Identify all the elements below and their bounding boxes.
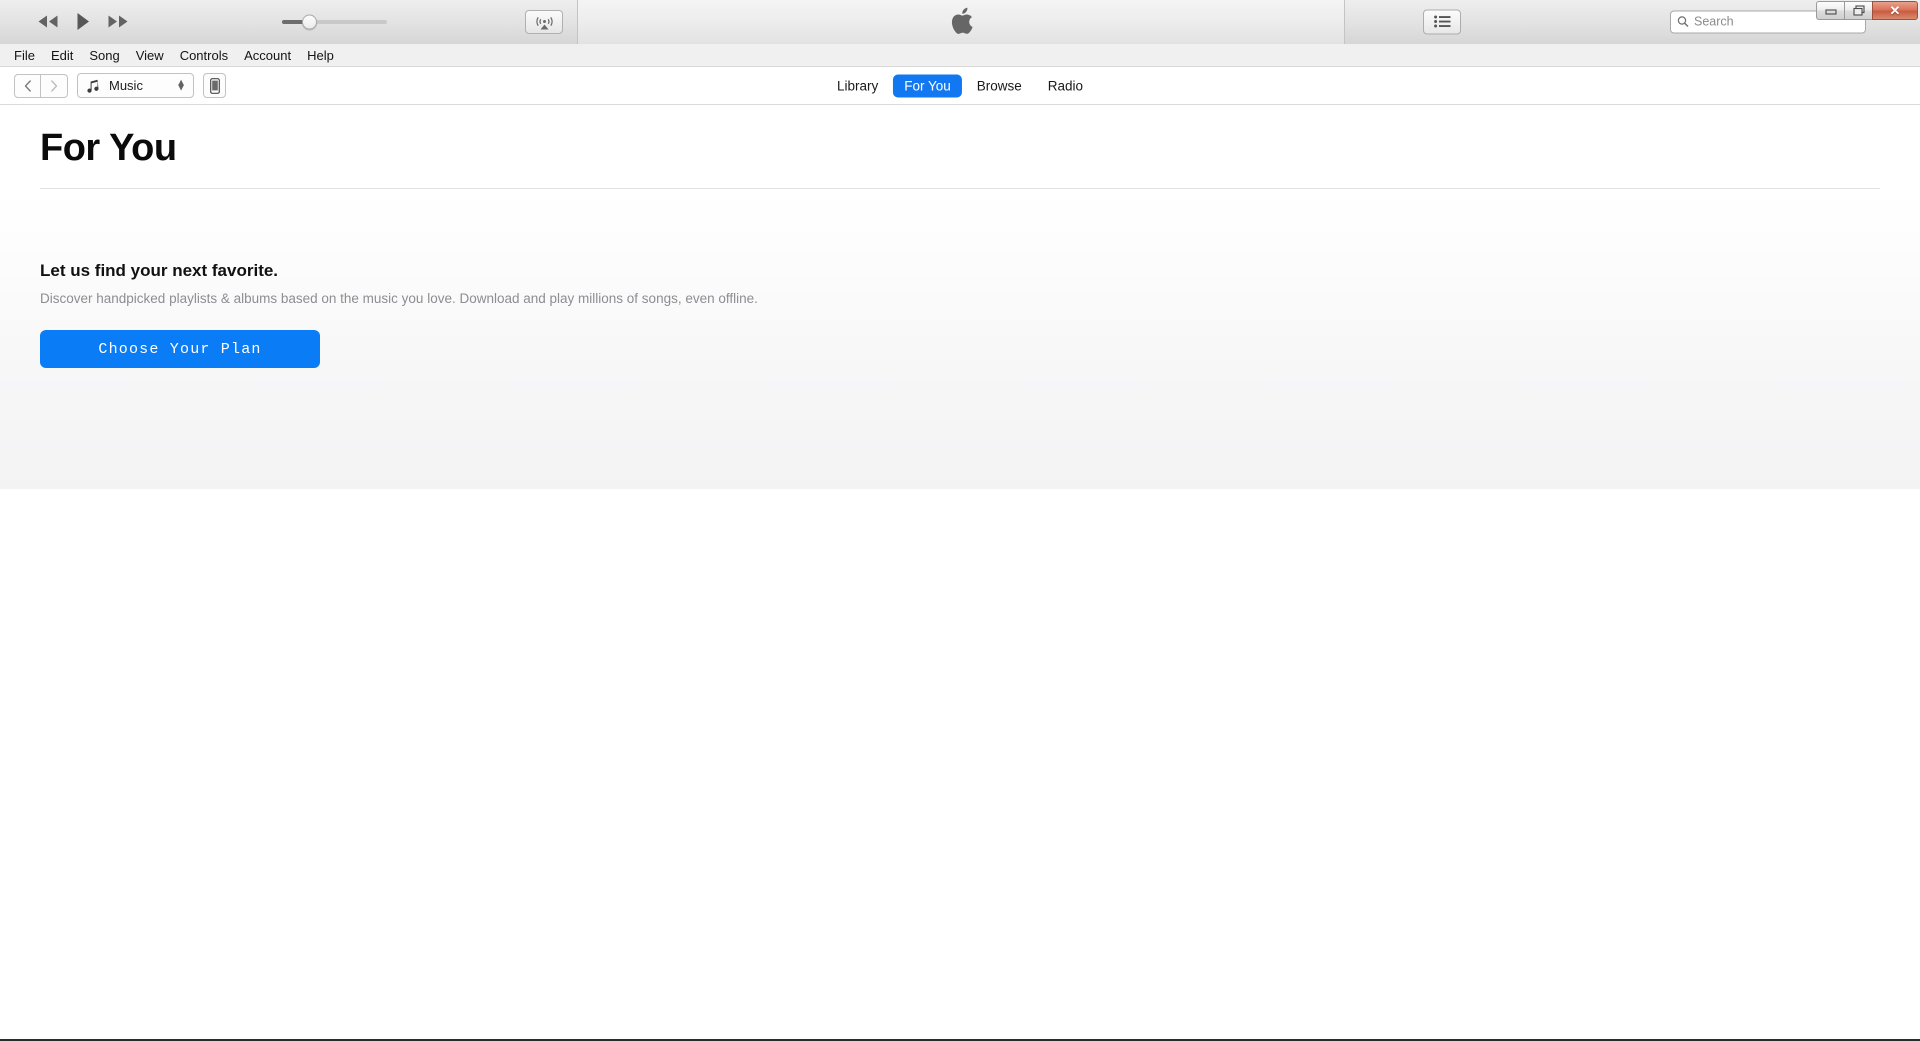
menu-item-help[interactable]: Help [299, 46, 342, 65]
chevron-right-icon [51, 79, 58, 92]
play-button[interactable] [76, 12, 90, 31]
tab-library[interactable]: Library [826, 74, 889, 97]
promo-description: Discover handpicked playlists & albums b… [40, 291, 758, 306]
airplay-button[interactable] [525, 9, 563, 34]
stepper-icon: ▲ ▼ [176, 77, 186, 94]
list-icon [1433, 15, 1450, 28]
search-icon [1677, 16, 1689, 27]
toolbar-left-section [0, 0, 578, 44]
iphone-icon [209, 77, 220, 94]
music-note-icon [87, 79, 99, 93]
toolbar-center-section [578, 0, 1345, 44]
transport-controls [37, 12, 129, 31]
menu-item-controls[interactable]: Controls [172, 46, 236, 65]
menu-item-file[interactable]: File [6, 46, 43, 65]
volume-knob[interactable] [302, 14, 317, 29]
tab-radio[interactable]: Radio [1037, 74, 1094, 97]
menu-item-account[interactable]: Account [236, 46, 299, 65]
close-button[interactable]: ✕ [1872, 0, 1918, 20]
chevron-left-icon [24, 79, 31, 92]
player-toolbar: Search ✕ [0, 0, 1920, 44]
restore-icon [1852, 4, 1865, 16]
nav-left-controls: Music ▲ ▼ [14, 73, 226, 98]
page-title: For You [40, 127, 177, 169]
menu-bar: File Edit Song View Controls Account Hel… [0, 44, 1920, 67]
rewind-button[interactable] [37, 14, 59, 29]
minimize-icon [1824, 8, 1837, 15]
search-placeholder-text: Search [1694, 14, 1734, 29]
device-button[interactable] [203, 73, 226, 98]
navigation-bar: Music ▲ ▼ Library For You Browse Radio [0, 67, 1920, 105]
menu-item-view[interactable]: View [128, 46, 172, 65]
promo-heading: Let us find your next favorite. [40, 261, 279, 280]
section-tabs: Library For You Browse Radio [826, 74, 1094, 97]
window-controls: ✕ [1816, 0, 1918, 20]
airplay-icon [535, 16, 553, 29]
history-buttons [14, 73, 68, 98]
media-type-value: Music [109, 78, 143, 93]
tab-browse[interactable]: Browse [966, 74, 1033, 97]
for-you-promo-section: Let us find your next favorite. Discover… [0, 189, 1920, 489]
empty-area [0, 489, 1920, 1039]
choose-your-plan-button[interactable]: Choose Your Plan [40, 330, 320, 369]
close-icon: ✕ [1889, 2, 1901, 18]
toolbar-right-section: Search ✕ [1345, 0, 1920, 44]
song-list-button[interactable] [1423, 9, 1461, 34]
volume-slider[interactable] [282, 14, 387, 30]
itunes-window: Search ✕ File Edit Song View Controls Ac… [0, 0, 1920, 1041]
back-button[interactable] [14, 73, 41, 98]
media-type-select[interactable]: Music ▲ ▼ [77, 73, 194, 98]
restore-button[interactable] [1844, 0, 1872, 20]
apple-logo-icon [951, 7, 973, 34]
minimize-button[interactable] [1816, 0, 1844, 20]
tab-for-you[interactable]: For You [893, 74, 962, 97]
menu-item-edit[interactable]: Edit [43, 46, 81, 65]
menu-item-song[interactable]: Song [81, 46, 127, 65]
page-header: For You [0, 105, 1920, 263]
forward-button[interactable] [41, 73, 68, 98]
fastforward-button[interactable] [107, 14, 129, 29]
